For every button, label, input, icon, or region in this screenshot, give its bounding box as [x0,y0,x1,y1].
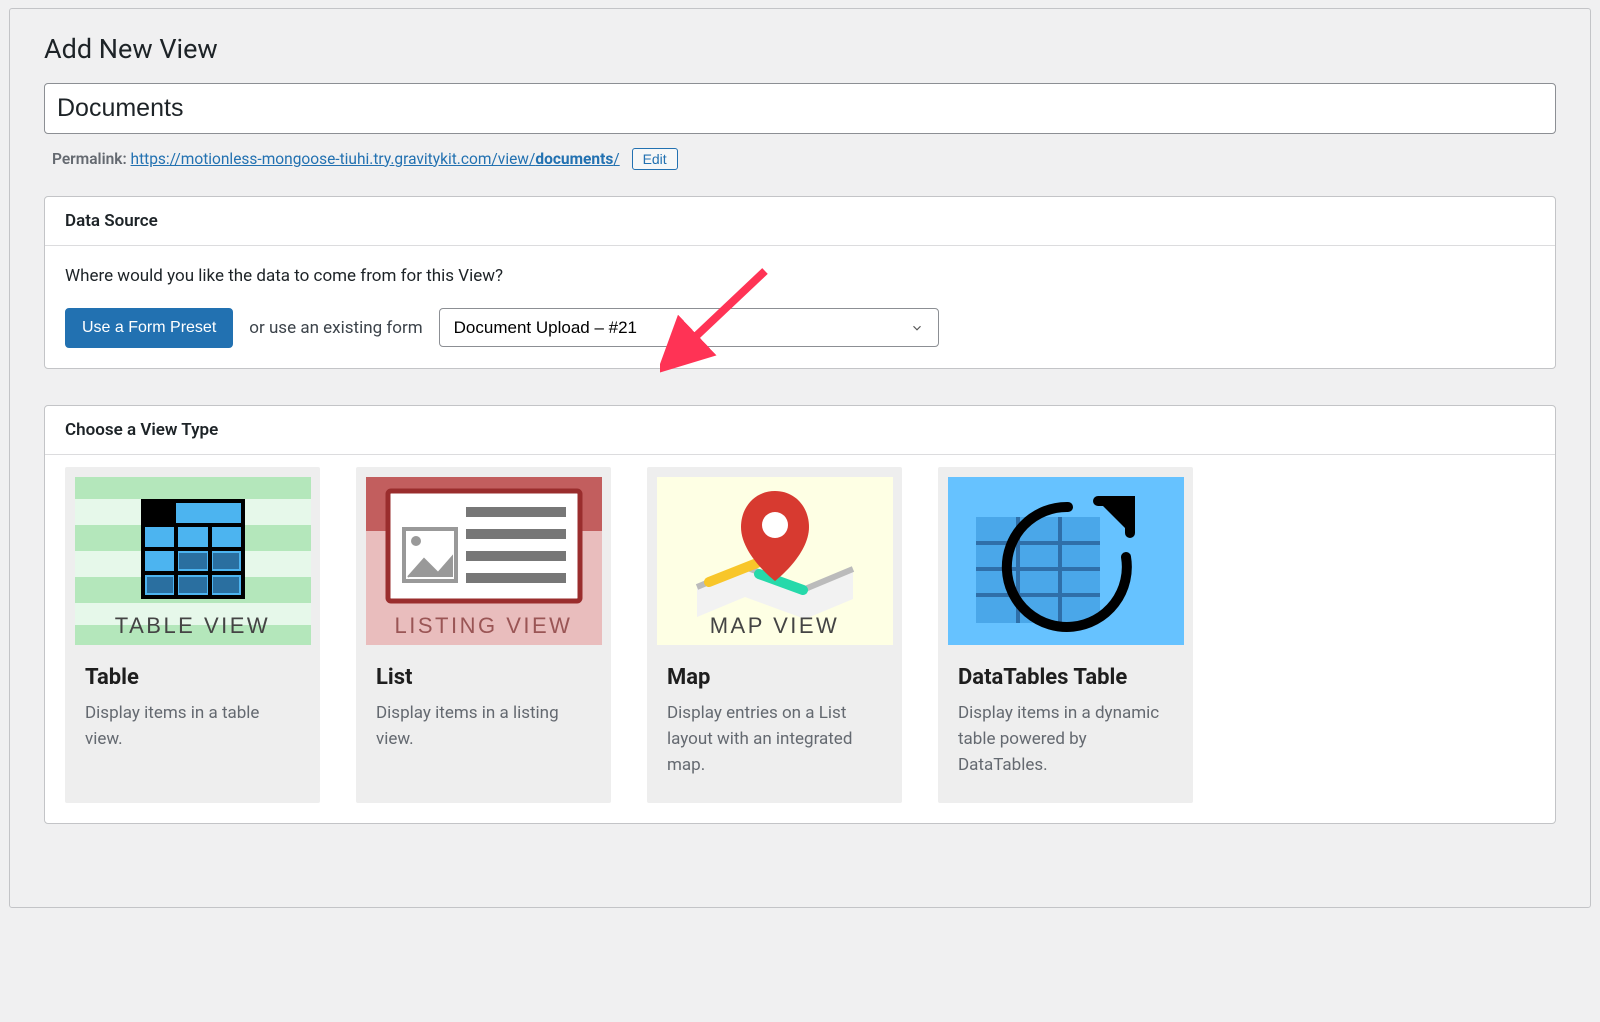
data-source-prompt: Where would you like the data to come fr… [65,266,1535,286]
view-type-title: DataTables Table [938,645,1193,700]
choose-view-type-box: Choose a View Type [44,405,1556,824]
view-type-title: Table [65,645,320,700]
view-type-card-map[interactable]: MAP VIEW Map Display entries on a List l… [647,467,902,803]
view-type-desc: Display items in a dynamic table powered… [938,700,1193,803]
table-view-icon: TABLE VIEW [75,477,311,645]
listing-view-icon: LISTING VIEW [366,477,602,645]
page-title: Add New View [44,33,1556,65]
view-type-card-datatables[interactable]: DataTables Table Display items in a dyna… [938,467,1193,803]
view-type-title: Map [647,645,902,700]
datatables-view-icon [948,477,1184,645]
permalink-link[interactable]: https://motionless-mongoose-tiuhi.try.gr… [131,150,620,168]
or-use-existing-label: or use an existing form [249,318,422,338]
view-type-card-table[interactable]: TABLE VIEW Table Display items in a tabl… [65,467,320,803]
permalink-label: Permalink: [52,150,127,168]
permalink-row: Permalink: https://motionless-mongoose-t… [52,148,1556,170]
view-title-input[interactable] [44,83,1556,134]
map-view-icon: MAP VIEW [657,477,893,645]
choose-view-type-heading: Choose a View Type [45,406,1555,455]
view-type-desc: Display entries on a List layout with an… [647,700,902,803]
view-type-title: List [356,645,611,700]
view-type-desc: Display items in a table view. [65,700,320,777]
existing-form-select[interactable]: Document Upload – #21 [439,308,939,347]
view-type-desc: Display items in a listing view. [356,700,611,777]
data-source-box: Data Source Where would you like the dat… [44,196,1556,369]
use-form-preset-button[interactable]: Use a Form Preset [65,308,233,348]
edit-permalink-button[interactable]: Edit [632,148,678,170]
data-source-heading: Data Source [45,197,1555,246]
view-type-card-list[interactable]: LISTING VIEW List Display items in a lis… [356,467,611,803]
